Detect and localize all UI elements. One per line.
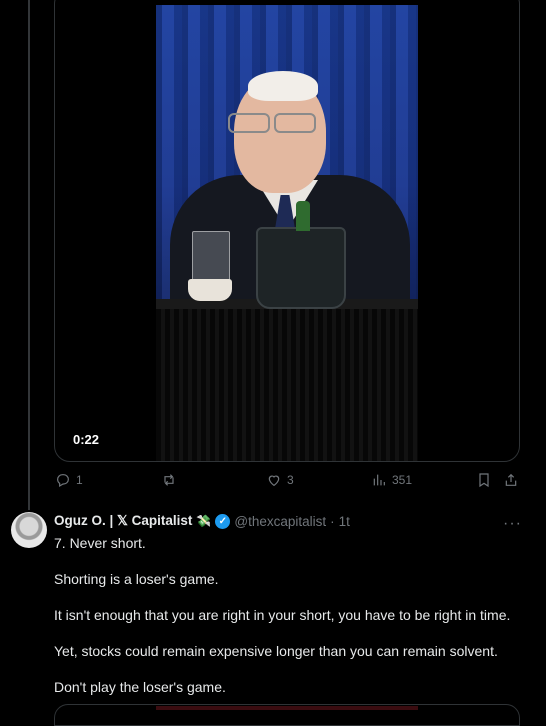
heart-icon: [268, 475, 280, 487]
like-button[interactable]: 3: [266, 472, 294, 488]
speaker-glasses: [228, 113, 318, 133]
separator-dot: ·: [330, 513, 335, 529]
views-icon: [373, 474, 385, 486]
display-name[interactable]: Oguz O. | 𝕏 Capitalist: [54, 513, 192, 529]
user-handle[interactable]: @thexcapitalist: [234, 514, 326, 529]
video-frame[interactable]: [156, 5, 418, 461]
video-player[interactable]: [54, 0, 520, 462]
views-count: 351: [392, 473, 413, 487]
speaker-hair: [248, 71, 318, 101]
next-media-preview: [156, 706, 418, 710]
tweet-header: Oguz O. | 𝕏 Capitalist 💸 ✓ @thexcapitali…: [54, 513, 350, 529]
tweet-time[interactable]: 1t: [339, 514, 350, 529]
bottle: [296, 201, 310, 231]
reply-count: 1: [76, 473, 83, 487]
reply-icon: [57, 474, 69, 488]
tweet-line: It isn't enough that you are right in yo…: [54, 607, 511, 623]
bookmark-button[interactable]: [476, 472, 492, 488]
money-emoji-icon: 💸: [196, 514, 212, 528]
ice-bucket: [256, 227, 346, 309]
more-options-icon[interactable]: ···: [503, 515, 522, 533]
tweet-line: 7. Never short.: [54, 535, 146, 551]
coffee-cup: [188, 279, 232, 301]
action-bar: 1 3 351: [0, 472, 546, 492]
share-icon: [505, 473, 517, 486]
like-count: 3: [287, 473, 294, 487]
avatar[interactable]: [11, 512, 47, 548]
tweet-text: 7. Never short. Shorting is a loser's ga…: [54, 534, 524, 714]
video-timestamp: 0:22: [73, 432, 100, 447]
bookmark-icon: [479, 473, 489, 488]
tweet-line: Shorting is a loser's game.: [54, 571, 219, 587]
verified-badge-icon: ✓: [215, 513, 231, 529]
tweet-line: Don't play the loser's game.: [54, 679, 226, 695]
tweet-line: Yet, stocks could remain expensive longe…: [54, 643, 498, 659]
tablecloth: [156, 305, 418, 461]
views-button[interactable]: 351: [371, 472, 412, 488]
reply-button[interactable]: 1: [55, 472, 83, 488]
share-button[interactable]: [503, 472, 519, 488]
repost-icon: [164, 474, 174, 486]
thread-line: [28, 0, 30, 510]
repost-button[interactable]: [161, 472, 182, 488]
